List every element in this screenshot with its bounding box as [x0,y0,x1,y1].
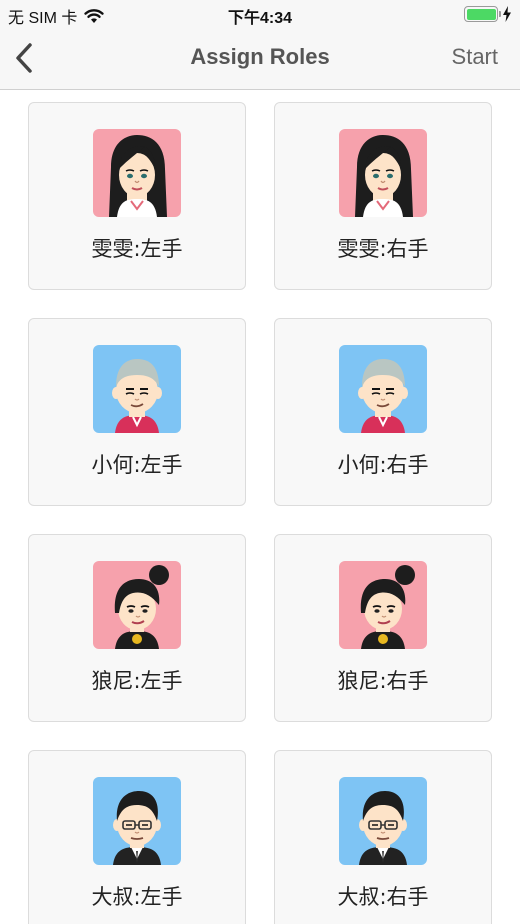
role-label: 小何:左手 [91,453,183,477]
start-button[interactable]: Start [452,44,498,70]
battery-tip [499,11,501,17]
girl-bun-hair-avatar [93,561,181,649]
role-card[interactable]: 狼尼:左手 [28,534,246,722]
girl-long-hair-avatar [93,129,181,217]
role-card[interactable]: 小何:右手 [274,318,492,506]
role-card[interactable]: 大叔:右手 [274,750,492,924]
man-glasses-avatar [339,777,427,865]
man-glasses-avatar [93,777,181,865]
status-time: 下午4:34 [227,10,293,27]
battery-icon [464,6,501,22]
status-right [464,6,512,22]
role-label: 大叔:右手 [337,885,429,909]
role-card[interactable]: 小何:左手 [28,318,246,506]
status-bar: 无 SIM 卡 下午4:34 [0,0,520,28]
role-label: 狼尼:右手 [337,669,429,693]
role-card[interactable]: 狼尼:右手 [274,534,492,722]
girl-bun-hair-avatar [339,561,427,649]
role-label: 雯雯:左手 [91,237,183,261]
charging-bolt-icon [503,6,511,22]
role-card[interactable]: 雯雯:左手 [28,102,246,290]
navigation-bar: Assign Roles Start [0,28,520,90]
role-card[interactable]: 雯雯:右手 [274,102,492,290]
role-label: 雯雯:右手 [337,237,429,261]
role-label: 小何:右手 [337,453,429,477]
boy-buzz-cut-avatar [339,345,427,433]
role-card[interactable]: 大叔:左手 [28,750,246,924]
page-title: Assign Roles [190,44,330,69]
role-label: 大叔:左手 [91,885,183,909]
battery-fill [466,8,496,20]
boy-buzz-cut-avatar [93,345,181,433]
girl-long-hair-avatar [339,129,427,217]
role-label: 狼尼:左手 [91,669,183,693]
